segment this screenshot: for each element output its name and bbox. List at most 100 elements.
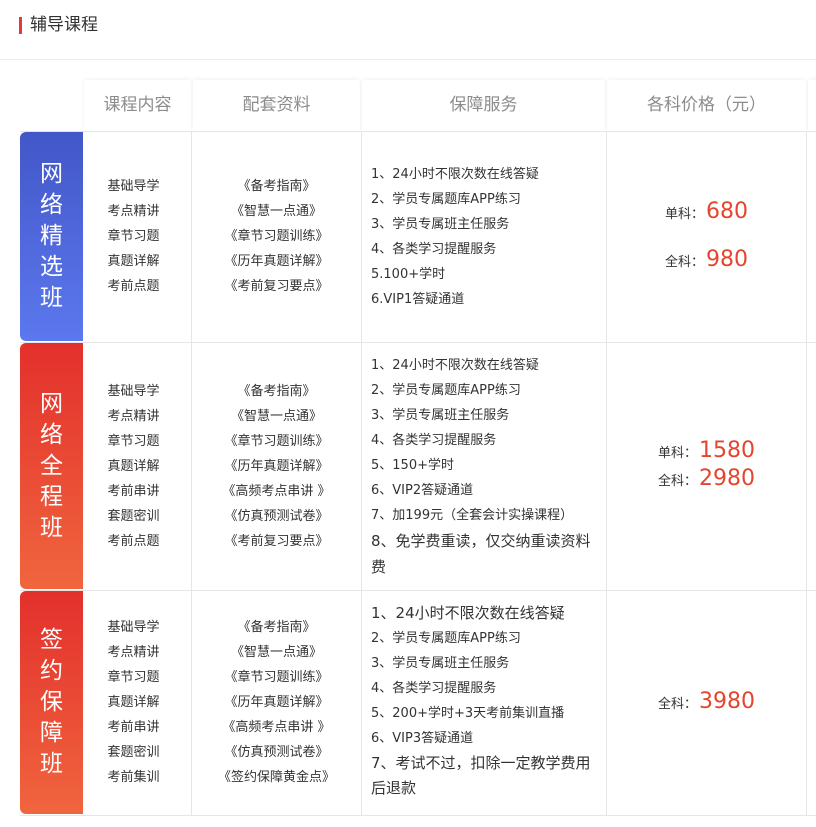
content-item: 章节习题 [107, 670, 160, 685]
service-item: 4、各类学习提醒服务 [371, 433, 497, 448]
material-item: 《章节习题训练》 [224, 670, 329, 685]
content-cell: 基础导学 考点精讲 章节习题 真题详解 考前串讲 套题密训 考前点题 [84, 343, 191, 589]
material-item: 《签约保障黄金点》 [217, 770, 335, 785]
content-item: 考前点题 [107, 279, 160, 294]
material-item: 《智慧一点通》 [230, 645, 322, 660]
grid-line [20, 815, 816, 816]
content-item: 基础导学 [107, 179, 160, 194]
price-cell: 全科： 3980 [607, 591, 806, 814]
content-item: 基础导学 [107, 620, 160, 635]
price-single: 单科： 680 [665, 199, 748, 227]
service-item: 1、24小时不限次数在线答疑 [371, 358, 539, 373]
material-item: 《历年真题详解》 [224, 254, 329, 269]
course-label-0: 网络精选班 [20, 132, 83, 341]
price-value: 2980 [699, 466, 755, 491]
price-cell: 单科： 1580 全科： 2980 [607, 343, 806, 589]
service-item: 5、150+学时 [371, 458, 454, 473]
title-accent-bar [19, 17, 22, 34]
price-cell: 单科： 680 全科： 980 [607, 132, 806, 341]
material-item: 《章节习题训练》 [224, 229, 329, 244]
material-item: 《备考指南》 [237, 179, 316, 194]
service-item: 8、免学费重读，仅交纳重读资料费 [371, 532, 591, 576]
service-item: 2、学员专属题库APP练习 [371, 631, 521, 646]
content-item: 考前串讲 [107, 483, 160, 499]
content-item: 套题密训 [107, 745, 160, 760]
content-item: 真题详解 [107, 695, 160, 710]
price-all: 全科： 2980 [658, 466, 755, 494]
course-label-2: 签约保障班 [20, 591, 83, 814]
material-item: 《仿真预测试卷》 [224, 508, 329, 524]
price-label: 全科： [657, 474, 697, 489]
grid-line [806, 131, 807, 816]
content-item: 真题详解 [107, 254, 160, 269]
services-cell: 1、24小时不限次数在线答疑 2、学员专属题库APP练习 3、学员专属班主任服务… [371, 162, 603, 312]
service-item: 6、VIP2答疑通道 [371, 483, 474, 498]
service-item: 2、学员专属题库APP练习 [371, 192, 521, 207]
content-item: 基础导学 [107, 383, 160, 399]
grid-line [361, 131, 362, 816]
section-header: 辅导课程 [0, 0, 816, 60]
material-item: 《章节习题训练》 [224, 433, 329, 449]
course-label-1: 网络全程班 [20, 343, 83, 589]
material-item: 《智慧一点通》 [230, 408, 322, 424]
column-header-extra [808, 80, 816, 131]
service-item: 4、各类学习提醒服务 [371, 242, 497, 257]
price-all: 全科： 980 [665, 247, 748, 275]
service-item: 2、学员专属题库APP练习 [371, 383, 521, 398]
column-header-services: 保障服务 [362, 80, 605, 131]
price-value: 3980 [699, 688, 755, 714]
material-item: 《历年真题详解》 [224, 695, 329, 710]
content-item: 考前点题 [107, 533, 160, 549]
content-item: 考前集训 [107, 770, 160, 785]
service-item: 1、24小时不限次数在线答疑 [371, 604, 565, 622]
service-item: 6.VIP1答疑通道 [371, 292, 465, 307]
material-item: 《高频考点串讲 》 [222, 483, 331, 499]
material-item: 《历年真题详解》 [224, 458, 329, 474]
material-item: 《仿真预测试卷》 [224, 745, 329, 760]
service-item: 3、学员专属班主任服务 [371, 217, 510, 232]
service-item: 1、24小时不限次数在线答疑 [371, 167, 539, 182]
price-value: 680 [706, 198, 748, 224]
services-cell: 1、24小时不限次数在线答疑 2、学员专属题库APP练习 3、学员专属班主任服务… [371, 353, 603, 581]
content-item: 考点精讲 [107, 204, 160, 219]
service-item: 7、考试不过，扣除一定教学费用后退款 [371, 754, 591, 797]
price-label: 单科： [664, 206, 704, 222]
price-all: 全科： 3980 [658, 689, 755, 717]
content-item: 考点精讲 [107, 645, 160, 660]
price-label: 单科： [657, 446, 697, 461]
course-name: 签约保障班 [40, 627, 63, 777]
column-header-content: 课程内容 [84, 80, 191, 131]
material-item: 《备考指南》 [237, 620, 316, 635]
service-item: 6、VIP3答疑通道 [371, 731, 474, 746]
price-value: 980 [706, 246, 748, 272]
service-item: 4、各类学习提醒服务 [371, 681, 497, 696]
materials-cell: 《备考指南》 《智慧一点通》 《章节习题训练》 《历年真题详解》 《高频考点串讲… [193, 343, 360, 589]
content-item: 章节习题 [107, 433, 160, 449]
price-single: 单科： 1580 [658, 438, 755, 466]
material-item: 《考前复习要点》 [224, 279, 329, 294]
services-cell: 1、24小时不限次数在线答疑 2、学员专属题库APP练习 3、学员专属班主任服务… [371, 601, 603, 808]
content-cell: 基础导学 考点精讲 章节习题 真题详解 考前串讲 套题密训 考前集训 [84, 591, 191, 814]
service-item: 5、200+学时+3天考前集训直播 [371, 706, 565, 721]
material-item: 《智慧一点通》 [230, 204, 322, 219]
column-header-materials: 配套资料 [193, 80, 360, 131]
content-item: 套题密训 [107, 508, 160, 524]
content-item: 考点精讲 [107, 408, 160, 424]
price-label: 全科： [664, 254, 704, 270]
course-name: 网络精选班 [40, 161, 63, 311]
content-item: 考前串讲 [107, 720, 160, 735]
service-item: 3、学员专属班主任服务 [371, 656, 510, 671]
grid-line [191, 131, 192, 816]
content-cell: 基础导学 考点精讲 章节习题 真题详解 考前点题 [84, 132, 191, 341]
price-value: 1580 [699, 438, 755, 463]
section-title: 辅导课程 [30, 15, 98, 35]
material-item: 《高频考点串讲 》 [222, 720, 331, 735]
price-label: 全科： [657, 696, 697, 712]
course-name: 网络全程班 [40, 390, 63, 541]
service-item: 3、学员专属班主任服务 [371, 408, 510, 423]
service-item: 5.100+学时 [371, 267, 446, 282]
materials-cell: 《备考指南》 《智慧一点通》 《章节习题训练》 《历年真题详解》 《考前复习要点… [193, 132, 360, 341]
content-item: 章节习题 [107, 229, 160, 244]
material-item: 《备考指南》 [237, 383, 316, 399]
content-item: 真题详解 [107, 458, 160, 474]
